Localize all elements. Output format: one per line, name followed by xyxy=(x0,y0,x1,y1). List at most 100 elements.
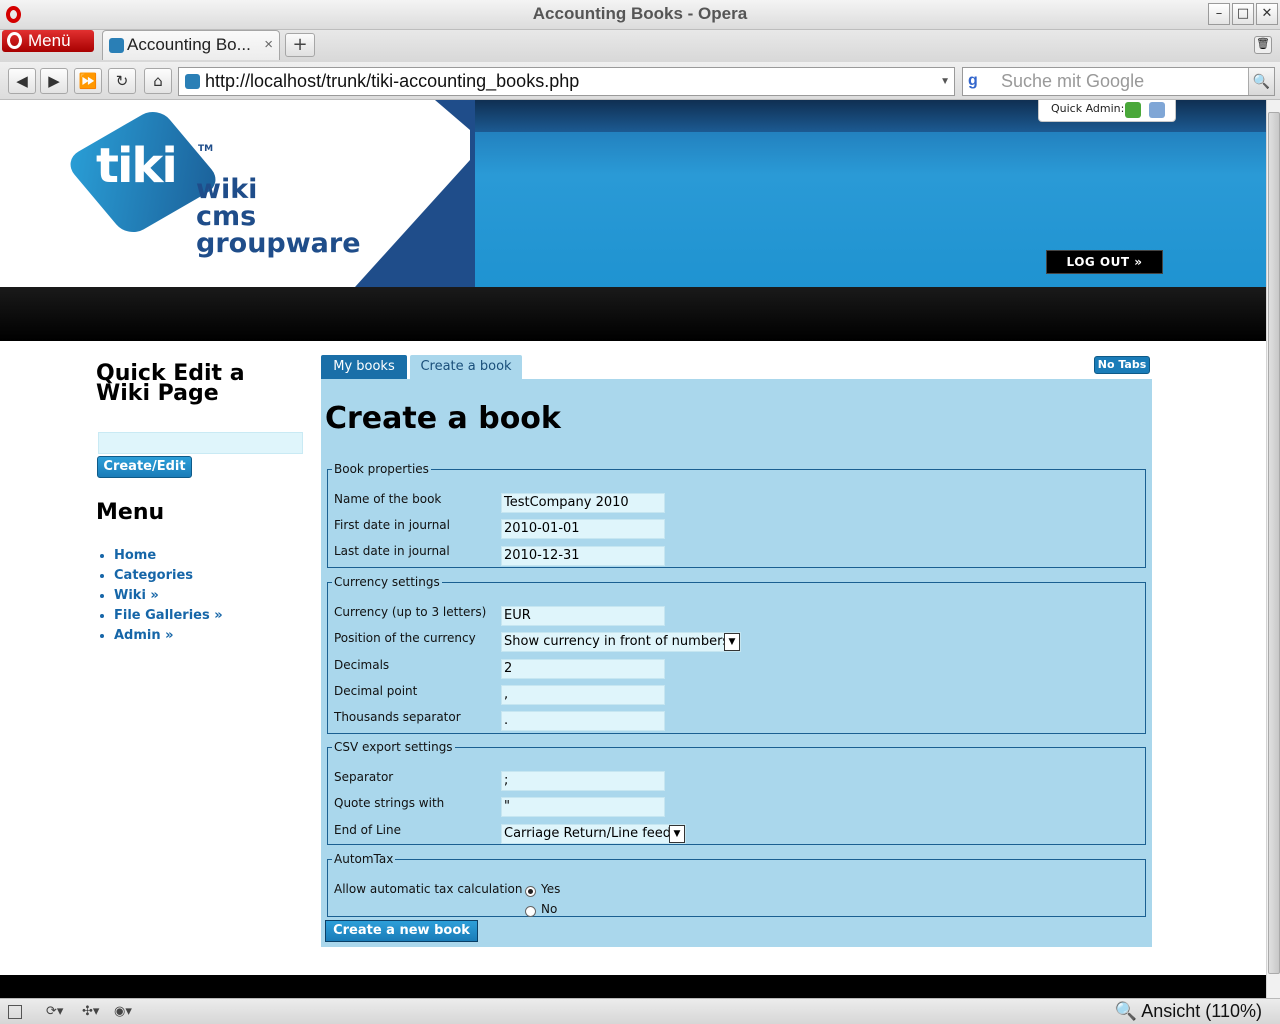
no-tabs-button[interactable]: No Tabs xyxy=(1094,356,1150,374)
address-url: http://localhost/trunk/tiki-accounting_b… xyxy=(205,71,580,91)
quote-label: Quote strings with xyxy=(334,796,445,810)
logout-button[interactable]: LOG OUT » xyxy=(1046,250,1163,274)
logo-line-cms: cms xyxy=(196,201,257,232)
turbo-icon[interactable]: ◉▾ xyxy=(114,1004,132,1019)
fast-forward-button[interactable]: ⏩ xyxy=(74,68,102,94)
minimize-button[interactable]: – xyxy=(1208,3,1230,25)
logo-line-wiki: wiki xyxy=(196,174,258,205)
opera-menu-button[interactable]: Menü xyxy=(2,30,94,52)
menu-item-label: Admin » xyxy=(114,628,174,643)
menu-item-home[interactable]: Home xyxy=(114,546,223,566)
currency-fieldset: Currency settings Currency (up to 3 lett… xyxy=(327,575,1146,734)
top-menu-bar xyxy=(0,287,1266,341)
quick-admin-bar: Quick Admin: xyxy=(1038,100,1176,122)
automtax-fieldset: AutomTax Allow automatic tax calculation… xyxy=(327,852,1146,917)
scrollbar-thumb[interactable] xyxy=(1268,112,1280,974)
new-tab-button[interactable]: + xyxy=(285,33,315,57)
status-bar: ⟳▾ ✣▾ ◉▾ 🔍 Ansicht (110%) xyxy=(0,998,1280,1024)
search-placeholder: Suche mit Google xyxy=(1001,71,1145,91)
address-dropdown-icon[interactable]: ▼ xyxy=(940,68,950,95)
thousands-separator-label: Thousands separator xyxy=(334,710,461,724)
chevron-down-icon: ▼ xyxy=(669,825,685,843)
logo-line-groupware: groupware xyxy=(196,228,361,259)
eol-value: Carriage Return/Line feed xyxy=(504,826,672,841)
menu-title: Menu xyxy=(96,500,165,525)
decimals-input[interactable]: 2 xyxy=(501,659,665,679)
window-title: Accounting Books - Opera xyxy=(532,4,748,23)
quote-input[interactable]: " xyxy=(501,797,665,817)
decimals-label: Decimals xyxy=(334,658,390,672)
create-new-book-button[interactable]: Create a new book xyxy=(325,920,478,942)
search-icon[interactable]: 🔍 xyxy=(1248,68,1274,95)
home-button[interactable]: ⌂ xyxy=(144,68,172,94)
currency-position-value: Show currency in front of numbers xyxy=(504,634,730,649)
browser-tab[interactable]: Accounting Bo... × xyxy=(102,30,280,60)
thousands-separator-input[interactable]: . xyxy=(501,711,665,731)
tab-create-book[interactable]: Create a book xyxy=(410,355,522,379)
site-header: tiki TM wiki cms groupware Quick Admin: … xyxy=(0,100,1266,287)
quick-admin-label: Quick Admin: xyxy=(1051,102,1125,115)
tiki-favicon-icon xyxy=(109,38,124,53)
separator-input[interactable]: ; xyxy=(501,771,665,791)
eol-label: End of Line xyxy=(334,823,402,837)
quick-edit-title: Quick Edit a Wiki Page xyxy=(96,361,245,406)
forward-button[interactable]: ▶ xyxy=(40,68,68,94)
menu-item-file-galleries[interactable]: File Galleries » xyxy=(114,606,223,626)
currency-legend: Currency settings xyxy=(334,575,440,589)
trademark-mark: TM xyxy=(198,144,214,154)
menu-item-label: File Galleries » xyxy=(114,608,223,623)
closed-tabs-trash-icon[interactable]: 🗑 xyxy=(1254,36,1272,54)
quick-edit-page-input[interactable] xyxy=(98,432,303,454)
back-button[interactable]: ◀ xyxy=(8,68,36,94)
page-scrollbar[interactable] xyxy=(1266,100,1280,998)
automtax-no-label: No xyxy=(541,902,558,916)
automtax-no-radio[interactable] xyxy=(525,906,536,917)
maximize-button[interactable]: □ xyxy=(1232,3,1254,25)
close-window-button[interactable]: ✕ xyxy=(1256,3,1278,25)
browser-tab-title: Accounting Bo... xyxy=(127,35,251,54)
currency-position-label: Position of the currency xyxy=(334,631,476,645)
menu-item-label: Wiki » xyxy=(114,588,159,603)
decimal-point-input[interactable]: , xyxy=(501,685,665,705)
logo-tagline: wiki cms groupware xyxy=(196,176,361,257)
menu-item-label: Home xyxy=(114,548,157,563)
eol-select[interactable]: Carriage Return/Line feed ▼ xyxy=(501,824,686,844)
navigation-bar: ◀ ▶ ⏩ ↻ ⌂ http://localhost/trunk/tiki-ac… xyxy=(0,62,1280,100)
decimal-point-label: Decimal point xyxy=(334,684,418,698)
currency-label: Currency (up to 3 letters) xyxy=(334,605,487,619)
create-edit-button[interactable]: Create/Edit xyxy=(97,456,192,478)
tab-bar: Menü Accounting Bo... × + 🗑 xyxy=(0,30,1280,62)
separator-label: Separator xyxy=(334,770,394,784)
automtax-legend: AutomTax xyxy=(334,852,394,866)
site-favicon-icon xyxy=(185,74,200,89)
zoom-level[interactable]: 🔍 Ansicht (110%) xyxy=(1115,1001,1262,1022)
currency-position-select[interactable]: Show currency in front of numbers ▼ xyxy=(501,632,741,652)
currency-input[interactable]: EUR xyxy=(501,606,665,626)
side-menu: Home Categories Wiki » File Galleries » … xyxy=(100,546,223,646)
menu-item-admin[interactable]: Admin » xyxy=(114,626,223,646)
form-overlay: Currency settings Currency (up to 3 lett… xyxy=(321,379,1152,947)
sync-icon[interactable]: ⟳▾ xyxy=(46,1004,63,1019)
address-bar[interactable]: http://localhost/trunk/tiki-accounting_b… xyxy=(178,67,955,96)
refresh-cache-icon[interactable] xyxy=(1125,102,1141,118)
csv-fieldset: CSV export settings Separator ; Quote st… xyxy=(327,740,1146,845)
menu-item-categories[interactable]: Categories xyxy=(114,566,223,586)
zoom-label: Ansicht (110%) xyxy=(1141,1001,1262,1021)
google-icon[interactable]: g xyxy=(968,72,986,90)
window-controls: – □ ✕ xyxy=(1208,3,1278,25)
opera-menu-label: Menü xyxy=(28,31,71,50)
csv-legend: CSV export settings xyxy=(334,740,453,754)
automtax-yes-radio[interactable] xyxy=(525,886,536,897)
panel-toggle-icon[interactable] xyxy=(8,1005,22,1019)
unite-icon[interactable]: ✣▾ xyxy=(82,1004,99,1019)
menu-item-wiki[interactable]: Wiki » xyxy=(114,586,223,606)
tab-my-books[interactable]: My books xyxy=(321,355,407,379)
admin-wrench-icon[interactable] xyxy=(1149,102,1165,118)
search-field[interactable]: g Suche mit Google 🔍 xyxy=(962,67,1275,96)
automtax-yes-label: Yes xyxy=(541,882,561,896)
chevron-down-icon: ▼ xyxy=(724,633,740,651)
opera-logo-icon xyxy=(7,32,22,49)
close-tab-icon[interactable]: × xyxy=(264,31,273,59)
reload-button[interactable]: ↻ xyxy=(108,68,136,94)
window-titlebar: Accounting Books - Opera – □ ✕ xyxy=(0,0,1280,30)
